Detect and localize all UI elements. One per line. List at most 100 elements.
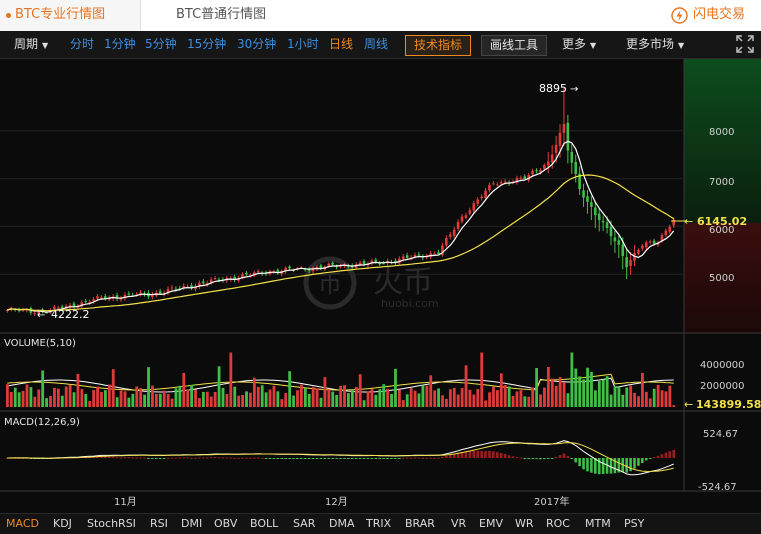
volume-bar — [280, 399, 284, 407]
indicator-vr[interactable]: VR — [451, 514, 466, 534]
period-daily[interactable]: 日线 — [329, 31, 353, 58]
price-up-zone — [684, 59, 761, 223]
volume-bar — [456, 394, 460, 407]
volume-bar — [92, 390, 96, 407]
candle-body — [652, 240, 656, 244]
indicator-emv[interactable]: EMV — [479, 514, 503, 534]
macd-bar — [398, 458, 401, 459]
indicator-mtm[interactable]: MTM — [585, 514, 611, 534]
candle-body — [401, 256, 405, 259]
macd-bar — [448, 454, 452, 458]
candle-body — [170, 287, 174, 289]
volume-bar — [358, 374, 362, 407]
macd-bar — [488, 450, 491, 458]
candle-body — [476, 199, 479, 204]
macd-bar — [264, 458, 268, 459]
kline-chart[interactable]: 币 火币 huobi.com 8000 7000 6000 5000 ← 614… — [0, 59, 761, 513]
indicator-trix[interactable]: TRIX — [366, 514, 391, 534]
volume-bar — [339, 385, 342, 407]
volume-bar — [578, 376, 582, 407]
volume-bar — [229, 352, 233, 407]
volume-bar — [582, 379, 586, 407]
macd-bar — [170, 457, 174, 459]
indicator-dma[interactable]: DMA — [329, 514, 355, 534]
volume-bar — [656, 384, 660, 407]
indicator-brar[interactable]: BRAR — [405, 514, 435, 534]
tab-standard-chart[interactable]: BTC普通行情图 — [140, 0, 305, 31]
period-5min[interactable]: 5分钟 — [145, 31, 177, 58]
indicator-rsi[interactable]: RSI — [150, 514, 168, 534]
current-price-arrow: ← — [684, 215, 693, 228]
macd-bar — [629, 458, 632, 472]
volume-current-label: 143899.58 — [696, 398, 761, 411]
volume-bar — [296, 390, 299, 407]
period-15min[interactable]: 15分钟 — [187, 31, 226, 58]
lightning-trade-link[interactable]: 闪电交易 — [671, 0, 745, 31]
volume-bar — [609, 394, 613, 407]
macd-bar — [339, 458, 342, 459]
volume-bar — [660, 390, 664, 407]
macd-bar — [507, 455, 511, 458]
volume-bar — [421, 385, 425, 407]
tab-pro-label: BTC专业行情图 — [15, 7, 106, 22]
volume-bar — [327, 389, 331, 407]
period-weekly[interactable]: 周线 — [364, 31, 388, 58]
indicator-macd[interactable]: MACD — [6, 514, 39, 534]
macd-bar — [386, 458, 389, 459]
volume-bar — [350, 389, 354, 407]
volume-bar — [527, 396, 531, 407]
candle-body — [84, 300, 87, 302]
period-1min[interactable]: 1分钟 — [104, 31, 136, 58]
price-tick-7000: 7000 — [709, 177, 734, 188]
volume-bar — [88, 400, 92, 407]
indicator-psy[interactable]: PSY — [624, 514, 644, 534]
tab-pro-chart[interactable]: BTC专业行情图 — [0, 0, 141, 31]
period-1hour[interactable]: 1小时 — [287, 31, 319, 58]
period-timeshare[interactable]: 分时 — [70, 31, 94, 58]
tech-indicator-button[interactable]: 技术指标 — [405, 35, 472, 56]
candle-body — [590, 202, 593, 207]
macd-bar — [648, 458, 652, 459]
volume-bar — [511, 395, 515, 407]
indicator-dmi[interactable]: DMI — [181, 514, 202, 534]
macd-bar — [303, 458, 307, 459]
volume-bar — [343, 385, 346, 407]
indicator-stochrsi[interactable]: StochRSI — [87, 514, 136, 534]
high-arrow-icon: → — [570, 84, 578, 95]
more-market-dropdown[interactable]: 更多市场 ▼ — [626, 31, 684, 58]
volume-bar — [194, 389, 197, 407]
volume-bar — [33, 396, 37, 407]
volume-bar — [315, 388, 319, 407]
candle-body — [543, 165, 546, 169]
fullscreen-icon[interactable] — [736, 35, 754, 53]
draw-tools-button[interactable]: 画线工具 — [481, 35, 548, 56]
macd-bar — [672, 449, 675, 458]
period-30min[interactable]: 30分钟 — [237, 31, 276, 58]
indicator-wr[interactable]: WR — [515, 514, 534, 534]
more-label: 更多 — [562, 37, 587, 51]
volume-bar — [100, 391, 103, 407]
indicator-kdj[interactable]: KDJ — [53, 514, 72, 534]
indicator-boll[interactable]: BOLL — [250, 514, 278, 534]
volume-bar — [382, 384, 386, 407]
candle-body — [531, 170, 534, 175]
more-dropdown[interactable]: 更多 ▼ — [562, 31, 596, 58]
candle-body — [202, 281, 205, 284]
macd-bar — [668, 451, 672, 458]
indicator-roc[interactable]: ROC — [546, 514, 570, 534]
macd-bar — [143, 457, 146, 459]
candle-body — [460, 216, 464, 222]
macd-bar — [401, 457, 405, 459]
volume-bar — [162, 390, 166, 407]
macd-bar — [437, 457, 440, 459]
macd-bar — [209, 457, 213, 459]
volume-bar — [523, 396, 527, 407]
macd-bar — [543, 458, 546, 460]
candle-body — [319, 265, 323, 269]
cycle-dropdown[interactable]: 周期 ▼ — [14, 31, 48, 58]
indicator-obv[interactable]: OBV — [214, 514, 237, 534]
indicator-sar[interactable]: SAR — [293, 514, 315, 534]
macd-bar — [625, 458, 628, 473]
macd-bar — [186, 457, 189, 459]
macd-bar — [260, 457, 264, 459]
